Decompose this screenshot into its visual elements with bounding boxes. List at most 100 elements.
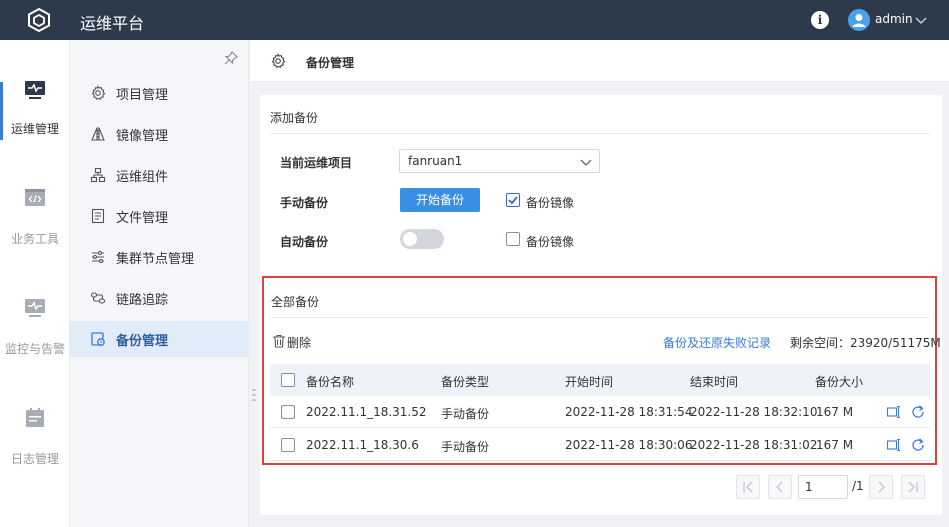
start-backup-button[interactable]: 开始备份 [400,188,480,212]
remaining-space: 剩余空间：23920/51175M [790,336,941,350]
sliders-icon [92,250,104,264]
menu-item-images[interactable]: 镜像管理 [70,116,249,152]
refresh-icon[interactable] [910,404,926,420]
chevron-left-icon [776,481,783,493]
row-checkbox[interactable] [281,405,295,419]
info-icon[interactable]: i [811,11,829,29]
refresh-icon[interactable] [910,437,926,453]
project-select-value: fanruan1 [408,154,463,168]
select-all-checkbox[interactable] [281,373,295,387]
auto-mirror-checkbox[interactable] [506,232,520,246]
monitor-alert-icon [25,299,45,317]
cell-name: 2022.11.1_18.31.52 [306,405,427,419]
checkmark-icon [508,196,518,205]
last-page-icon [908,481,918,493]
column-header-end: 结束时间 [690,375,739,389]
menu-item-components[interactable]: 运维组件 [70,157,249,193]
delete-button[interactable]: 删除 [287,334,311,351]
menu-item-label: 文件管理 [116,211,169,226]
page-title: 备份管理 [306,56,355,70]
menu-item-label: 备份管理 [116,334,169,349]
cell-type: 手动备份 [441,440,490,454]
rail-label: 监控与告警 [4,342,65,356]
auto-mirror-label: 备份镜像 [526,235,575,249]
column-header-start: 开始时间 [565,375,614,389]
trace-icon [90,292,106,304]
menu-item-tracing[interactable]: 链路追踪 [70,280,249,316]
cell-end: 2022-11-28 18:31:02 [690,438,818,452]
pin-icon[interactable] [223,50,239,66]
primary-nav-rail: 运维管理 业务工具 监控与告警 日志管理 [0,40,70,527]
table-row: 2022.11.1_18.30.6 手动备份 2022-11-28 18:30:… [270,429,930,461]
column-header-size: 备份大小 [815,375,864,389]
chevron-down-icon[interactable] [914,13,928,27]
chevron-down-icon [580,159,592,166]
menu-item-backups[interactable]: 备份管理 [70,321,249,357]
menu-item-projects[interactable]: 项目管理 [70,75,249,111]
page-number-input[interactable]: 1 [798,475,848,499]
prev-page-button[interactable] [768,475,792,499]
page-header: 备份管理 [250,40,949,82]
menu-item-files[interactable]: 文件管理 [70,198,249,234]
auto-backup-toggle[interactable] [400,229,444,249]
column-header-type: 备份类型 [441,375,490,389]
menu-item-label: 运维组件 [116,170,169,185]
cell-end: 2022-11-28 18:32:10 [690,405,818,419]
cell-start: 2022-11-28 18:30:06 [565,438,693,452]
backup-icon [91,332,105,346]
rail-item-logs[interactable]: 日志管理 [0,406,70,516]
failure-log-link[interactable]: 备份及还原失败记录 [663,334,771,351]
cell-start: 2022-11-28 18:31:54 [565,405,693,419]
trash-icon[interactable] [272,334,286,348]
component-tree-icon [90,167,106,183]
calendar-log-icon [26,408,44,427]
gear-icon [91,85,106,100]
top-bar: 运维平台 i admin [0,0,949,40]
page-number-value: 1 [805,480,813,494]
column-header-name: 备份名称 [306,375,355,389]
file-icon [91,208,105,224]
cell-type: 手动备份 [441,407,490,421]
divider [270,133,930,134]
cell-size: 167 M [816,438,854,452]
table-row: 2022.11.1_18.31.52 手动备份 2022-11-28 18:31… [270,396,930,428]
divider [270,317,930,318]
mirror-icon [91,127,105,141]
first-page-button[interactable] [736,475,760,499]
next-page-button[interactable] [869,475,893,499]
code-window-icon [25,189,45,206]
manual-mirror-checkbox[interactable] [506,193,520,207]
rail-item-tools[interactable]: 业务工具 [0,186,70,296]
avatar[interactable] [848,9,870,31]
user-name[interactable]: admin [875,12,913,26]
user-icon [852,14,866,27]
splitter-handle-icon[interactable] [252,388,256,402]
first-page-icon [743,481,753,493]
cell-size: 167 M [816,405,854,419]
last-page-button[interactable] [901,475,925,499]
manual-mirror-label: 备份镜像 [526,196,575,210]
all-backups-title: 全部备份 [271,295,320,309]
add-backup-title: 添加备份 [270,111,319,125]
rail-item-monitoring[interactable]: 监控与告警 [0,296,70,406]
monitor-pulse-icon [25,81,45,99]
row-checkbox[interactable] [281,438,295,452]
cube-logo-icon [28,7,50,33]
menu-item-label: 镜像管理 [116,129,169,144]
menu-item-cluster-nodes[interactable]: 集群节点管理 [70,239,249,275]
page-total: /1 [852,479,864,493]
chevron-right-icon [878,481,885,493]
manual-backup-label: 手动备份 [280,196,329,210]
cell-name: 2022.11.1_18.30.6 [306,438,419,452]
restore-icon[interactable] [886,437,902,453]
project-select[interactable]: fanruan1 [399,149,600,173]
app-title: 运维平台 [80,14,145,33]
rail-item-ops[interactable]: 运维管理 [0,78,70,188]
toggle-knob [403,232,417,246]
menu-item-label: 链路追踪 [116,293,169,308]
restore-icon[interactable] [886,404,902,420]
rail-label: 运维管理 [10,122,59,136]
menu-item-label: 项目管理 [116,88,169,103]
rail-label: 业务工具 [10,232,59,246]
secondary-menu: 项目管理 镜像管理 运维组件 文件管理 集群节点管理 链路追踪 备份管理 [70,40,249,527]
